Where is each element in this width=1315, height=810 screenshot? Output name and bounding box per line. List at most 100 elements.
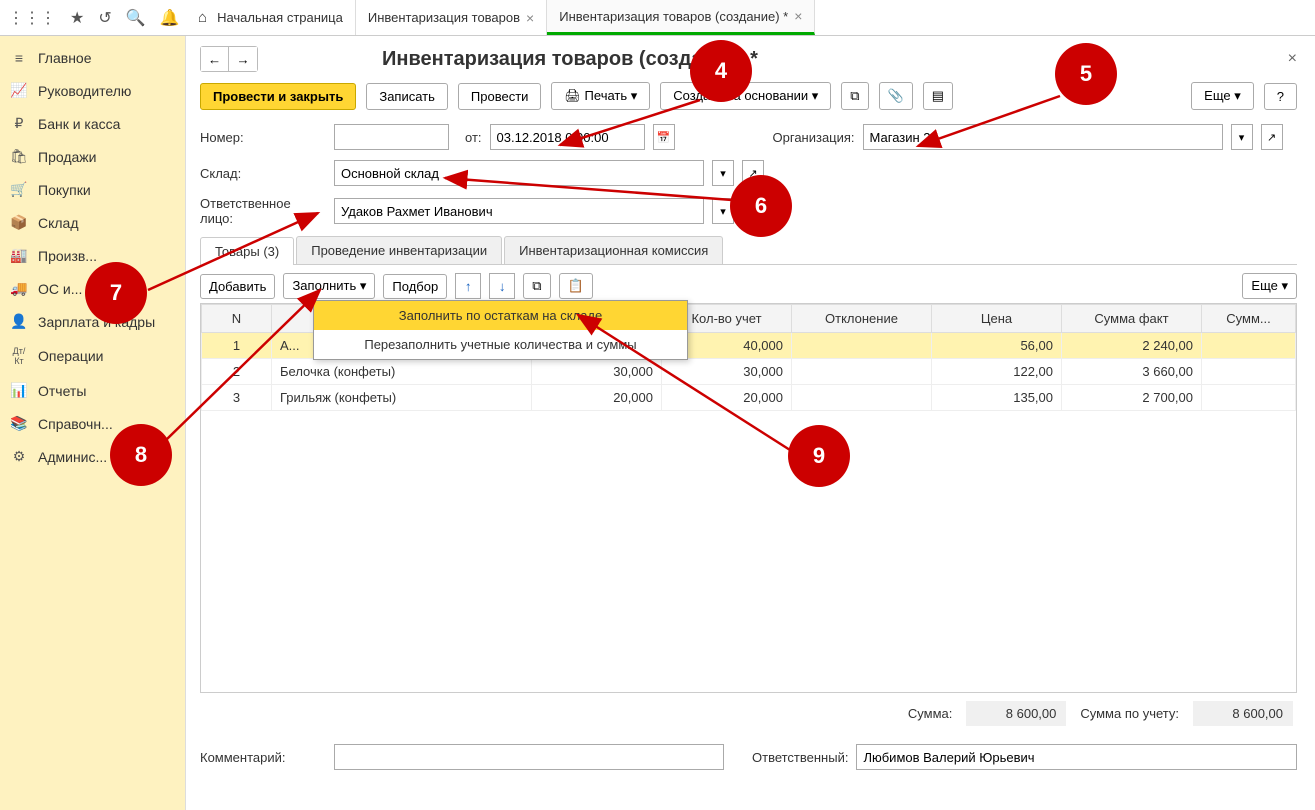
totals-row: Сумма: 8 600,00 Сумма по учету: 8 600,00 [200,693,1297,734]
factory-icon: 🏭 [10,247,28,264]
home-icon [198,9,211,26]
table-more-button[interactable]: Еще ▾ [1242,273,1297,299]
sidebar-item-reports[interactable]: 📊Отчеты [0,374,185,407]
close-page-button[interactable]: × [1288,50,1297,68]
responsible-footer-label: Ответственный: [752,750,848,765]
calendar-button[interactable]: 📅 [653,124,675,150]
help-button[interactable]: ? [1264,83,1297,110]
goods-table-wrap: N Н... ... Кол-во учет Отклонение Цена С… [200,303,1297,693]
sum-acc-value: 8 600,00 [1193,701,1293,726]
col-sum-acc[interactable]: Сумм... [1202,305,1296,333]
cell-qty-acc: 30,000 [662,359,792,385]
comment-input[interactable] [334,744,724,770]
responsible-footer-input[interactable] [856,744,1297,770]
table-row[interactable]: 3Грильяж (конфеты)20,00020,000135,002 70… [202,385,1296,411]
nav-forward-button[interactable]: → [229,47,257,71]
warehouse-dropdown-button[interactable]: ▾ [712,160,734,186]
sidebar-item-sales[interactable]: 🛍Продажи [0,140,185,173]
sidebar-item-manager[interactable]: 📈Руководителю [0,74,185,107]
copy-icon-button[interactable]: ⧉ [523,273,550,299]
close-icon[interactable]: × [794,8,802,24]
tab-home[interactable]: Начальная страница [186,0,356,35]
apps-icon[interactable]: ⋮⋮⋮ [8,8,56,28]
cell-sum-acc [1202,385,1296,411]
cell-name: Грильяж (конфеты) [272,385,532,411]
close-icon[interactable]: × [526,10,534,26]
tab-inventory-create[interactable]: Инвентаризация товаров (создание) * × [547,0,815,35]
responsible-input[interactable] [334,198,704,224]
select-button[interactable]: Подбор [383,274,447,299]
from-label: от: [465,130,482,145]
sidebar-item-label: Банк и касса [38,116,120,132]
cell-deviation [792,333,932,359]
paste-icon-button[interactable]: 📋 [559,273,593,299]
box-icon: 📦 [10,214,28,231]
sidebar-item-label: Справочн... [38,416,113,432]
truck-icon: 🚚 [10,280,28,297]
history-icon[interactable]: ↺ [98,8,111,28]
ruble-icon: ₽ [10,115,28,132]
warehouse-input[interactable] [334,160,704,186]
search-icon[interactable]: 🔍 [126,8,146,28]
warehouse-label: Склад: [200,166,326,181]
sidebar-item-label: Главное [38,50,92,66]
dropdown-refill[interactable]: Перезаполнить учетные количества и суммы [314,330,687,359]
callout-7: 7 [85,262,147,324]
callout-5: 5 [1055,43,1117,105]
fill-button[interactable]: Заполнить ▾ [283,273,375,299]
star-icon[interactable]: ★ [70,8,84,28]
dtkt-icon: Дт/Кт [10,346,28,366]
cell-deviation [792,359,932,385]
sidebar-item-bank[interactable]: ₽ Банк и касса [0,107,185,140]
structure-icon-button[interactable]: ⧉ [841,82,868,110]
sidebar-item-label: Админис... [38,449,107,465]
list-icon-button[interactable]: ▤ [923,82,953,110]
number-input[interactable] [334,124,449,150]
nav-buttons: ← → [200,46,258,72]
more-button[interactable]: Еще ▾ [1191,82,1254,110]
sidebar-item-label: Операции [38,348,104,364]
person-icon: 👤 [10,313,28,330]
books-icon: 📚 [10,415,28,432]
cell-qty-fact: 30,000 [532,359,662,385]
col-sum-fact[interactable]: Сумма факт [1062,305,1202,333]
print-button[interactable]: 🖨 Печать ▾ [551,82,650,110]
subtab-goods[interactable]: Товары (3) [200,237,294,265]
cell-sum-acc [1202,333,1296,359]
date-input[interactable] [490,124,645,150]
dropdown-fill-by-stock[interactable]: Заполнить по остаткам на складе [314,301,687,330]
col-price[interactable]: Цена [932,305,1062,333]
col-n[interactable]: N [202,305,272,333]
tab-inventory[interactable]: Инвентаризация товаров × [356,0,547,35]
tab-bar: Начальная страница Инвентаризация товаро… [186,0,815,35]
sidebar-item-label: Руководителю [38,83,131,99]
move-up-button[interactable]: ↑ [455,273,481,299]
add-button[interactable]: Добавить [200,274,275,299]
move-down-button[interactable]: ↓ [489,273,515,299]
bell-icon[interactable]: 🔔 [160,8,180,28]
sum-value: 8 600,00 [966,701,1066,726]
org-dropdown-button[interactable]: ▾ [1231,124,1253,150]
responsible-label: Ответственное лицо: [200,196,326,226]
sidebar-item-production[interactable]: 🏭Произв... [0,239,185,272]
subtab-commission[interactable]: Инвентаризационная комиссия [504,236,723,264]
cell-sum-fact: 2 240,00 [1062,333,1202,359]
post-button[interactable]: Провести [458,83,542,110]
callout-9: 9 [788,425,850,487]
save-button[interactable]: Записать [366,83,448,110]
post-and-close-button[interactable]: Провести и закрыть [200,83,356,110]
sidebar-item-warehouse[interactable]: 📦Склад [0,206,185,239]
sidebar-item-purchases[interactable]: 🛒Покупки [0,173,185,206]
org-open-button[interactable]: ↗ [1261,124,1283,150]
tab-label: Инвентаризация товаров [368,10,520,25]
col-deviation[interactable]: Отклонение [792,305,932,333]
subtab-inventory-conduct[interactable]: Проведение инвентаризации [296,236,502,264]
organization-input[interactable] [863,124,1223,150]
callout-4: 4 [690,40,752,102]
nav-back-button[interactable]: ← [201,47,229,71]
table-row[interactable]: 2Белочка (конфеты)30,00030,000122,003 66… [202,359,1296,385]
sidebar-item-operations[interactable]: Дт/Кт Операции [0,338,185,374]
attach-icon-button[interactable]: 📎 [879,82,913,110]
sidebar-item-main[interactable]: ≡Главное [0,42,185,74]
subtab-bar: Товары (3) Проведение инвентаризации Инв… [200,236,1297,265]
